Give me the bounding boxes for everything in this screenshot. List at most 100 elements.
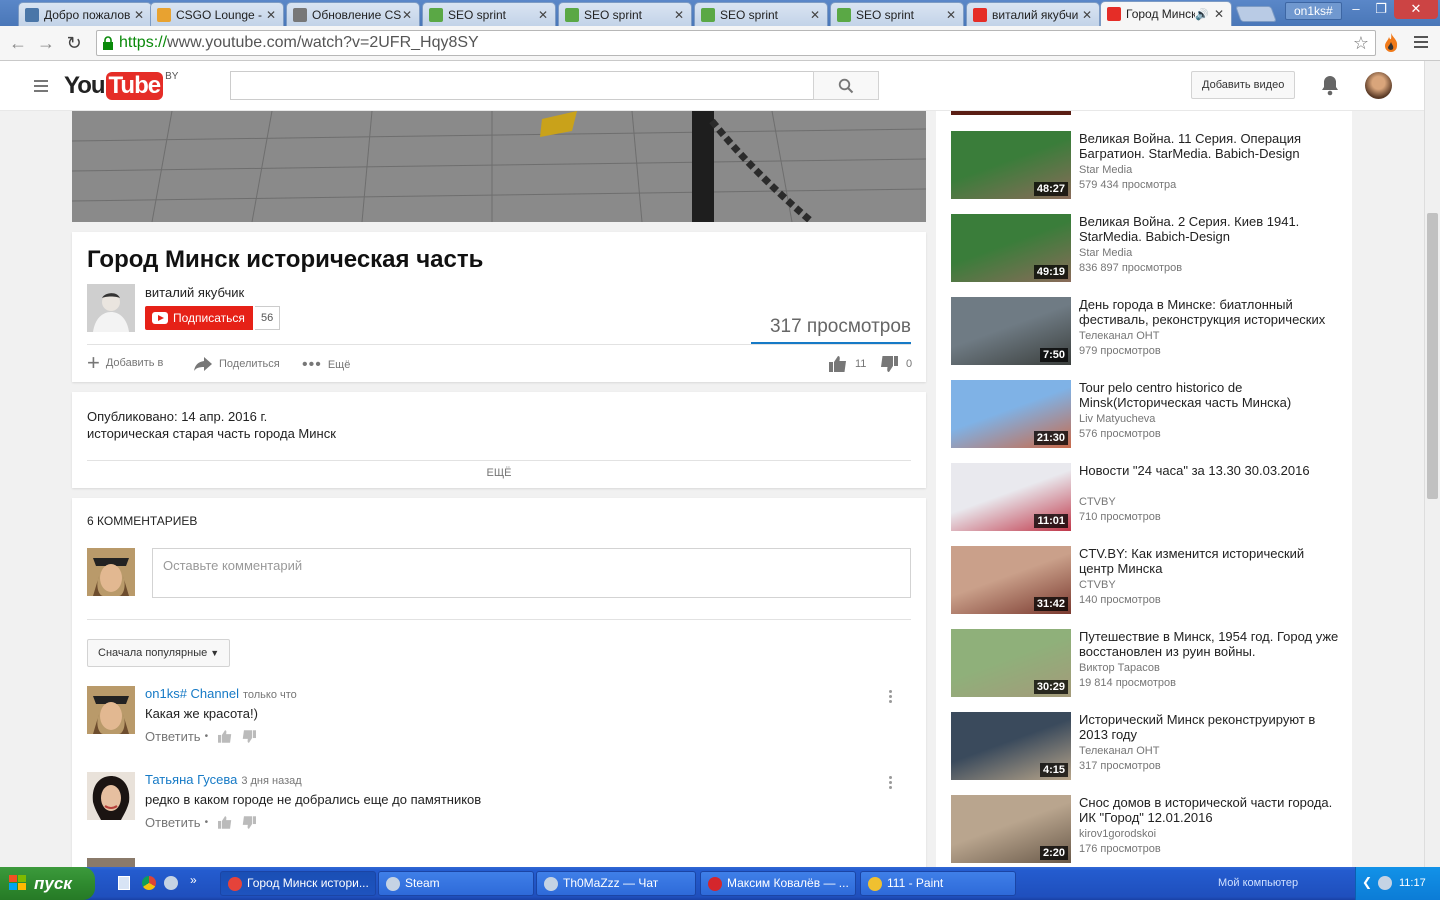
browser-tab[interactable]: виталий якубчи ✕ <box>966 2 1100 26</box>
reply-button[interactable]: Ответить <box>145 729 201 744</box>
chrome-menu-icon[interactable] <box>1414 36 1428 48</box>
tray-steam-icon[interactable] <box>1378 876 1392 890</box>
close-tab-icon[interactable]: ✕ <box>133 8 145 22</box>
related-thumbnail[interactable]: 49:19 <box>951 214 1071 282</box>
reload-icon[interactable]: ↻ <box>62 31 86 55</box>
related-thumbnail[interactable]: 4:15 <box>951 712 1071 780</box>
related-title[interactable]: День города в Минске: биатлонный фестива… <box>1079 297 1341 327</box>
taskbar-button[interactable]: Steam <box>378 871 534 896</box>
tray-my-computer[interactable]: Мой компьютер <box>1218 867 1298 900</box>
comment-author[interactable]: on1ks# Channel только что <box>145 686 297 701</box>
scrollbar-thumb[interactable] <box>1427 213 1438 499</box>
browser-tab[interactable]: SEO sprint ✕ <box>830 2 964 26</box>
tray-expand-icon[interactable]: ❮ <box>1362 875 1372 889</box>
channel-name[interactable]: виталий якубчик <box>145 285 244 300</box>
comment-menu-icon[interactable] <box>889 776 893 791</box>
related-thumbnail-partial[interactable] <box>951 111 1071 115</box>
comment-dislike-icon[interactable] <box>242 730 257 743</box>
comment-dislike-icon[interactable] <box>242 816 257 829</box>
close-tab-icon[interactable]: ✕ <box>401 8 413 22</box>
related-video-item[interactable]: 21:30 Tour pelo centro historico de Minsk… <box>951 380 1341 450</box>
related-thumbnail[interactable]: 30:29 <box>951 629 1071 697</box>
maximize-button[interactable]: ❐ <box>1368 0 1394 19</box>
dislike-button[interactable]: 0 <box>880 356 912 372</box>
bookmark-star-icon[interactable]: ☆ <box>1353 31 1369 55</box>
related-thumbnail[interactable]: 21:30 <box>951 380 1071 448</box>
related-video-item[interactable]: 30:29 Путешествие в Минск, 1954 год. Горо… <box>951 629 1341 699</box>
comment-input[interactable]: Оставьте комментарий <box>152 548 911 598</box>
related-thumbnail[interactable]: 2:20 <box>951 795 1071 863</box>
related-title[interactable]: Великая Война. 11 Серия. Операция Баграт… <box>1079 131 1341 161</box>
more-actions-button[interactable]: ••• Ещё <box>302 356 350 374</box>
comment-avatar[interactable] <box>87 686 135 734</box>
browser-tab[interactable]: SEO sprint ✕ <box>694 2 828 26</box>
browser-tab[interactable]: SEO sprint ✕ <box>558 2 692 26</box>
close-tab-icon[interactable]: ✕ <box>673 8 685 22</box>
taskbar-button[interactable]: Максим Ковалёв — ... <box>700 871 856 896</box>
comment-like-icon[interactable] <box>218 730 232 743</box>
youtube-logo[interactable]: You Tube BY <box>64 71 178 101</box>
browser-tab[interactable]: Город Минск 🔊 ✕ <box>1100 1 1232 26</box>
related-thumbnail[interactable]: 11:01 <box>951 463 1071 531</box>
related-video-item[interactable]: 2:20 Снос домов в исторической части горо… <box>951 795 1341 865</box>
comment-like-icon[interactable] <box>218 816 232 829</box>
related-title[interactable]: Путешествие в Минск, 1954 год. Город уже… <box>1079 629 1341 659</box>
close-tab-icon[interactable]: ✕ <box>1081 8 1093 22</box>
upload-video-button[interactable]: Добавить видео <box>1191 71 1296 99</box>
sort-comments-dropdown[interactable]: Сначала популярные ▼ <box>87 639 231 667</box>
related-thumbnail[interactable]: 31:42 <box>951 546 1071 614</box>
comment-menu-icon[interactable] <box>889 690 893 705</box>
related-title[interactable]: Новости "24 часа" за 13.30 30.03.2016 <box>1079 463 1341 478</box>
like-button[interactable]: 11 <box>829 356 866 372</box>
video-player[interactable] <box>72 111 926 222</box>
close-tab-icon[interactable]: ✕ <box>1213 7 1225 21</box>
related-thumbnail[interactable]: 48:27 <box>951 131 1071 199</box>
related-thumbnail[interactable]: 7:50 <box>951 297 1071 365</box>
related-title[interactable]: Исторический Минск реконструируют в 2013… <box>1079 712 1341 742</box>
close-tab-icon[interactable]: ✕ <box>265 8 277 22</box>
quicklaunch-expand-icon[interactable]: » <box>190 873 197 887</box>
related-video-item[interactable]: 11:01 Новости "24 часа" за 13.30 30.03.20… <box>951 463 1341 533</box>
comment-author[interactable]: Татьяна Гусева 3 дня назад <box>145 772 302 787</box>
browser-tab[interactable]: SEO sprint ✕ <box>422 2 556 26</box>
related-title[interactable]: Снос домов в исторической части города. … <box>1079 795 1341 825</box>
browser-tab[interactable]: CSGO Lounge - N ✕ <box>150 2 284 26</box>
guide-menu-icon[interactable] <box>34 80 48 95</box>
related-video-item[interactable]: 7:50 День города в Минске: биатлонный фес… <box>951 297 1341 367</box>
related-title[interactable]: Великая Война. 2 Серия. Киев 1941. StarM… <box>1079 214 1341 244</box>
comment-avatar-partial[interactable] <box>87 858 135 867</box>
extension-flame-icon[interactable] <box>1382 32 1400 54</box>
share-button[interactable]: Поделиться <box>193 356 280 372</box>
search-input[interactable] <box>230 71 814 100</box>
page-scrollbar[interactable] <box>1424 61 1440 867</box>
close-tab-icon[interactable]: ✕ <box>537 8 549 22</box>
related-video-item[interactable]: 49:19 Великая Война. 2 Серия. Киев 1941. … <box>951 214 1341 284</box>
taskbar-button[interactable]: 111 - Paint <box>860 871 1016 896</box>
close-tab-icon[interactable]: ✕ <box>809 8 821 22</box>
chrome-quicklaunch-icon[interactable] <box>142 876 156 890</box>
channel-avatar[interactable] <box>87 284 135 332</box>
related-title[interactable]: Tour pelo centro historico de Minsk(Исто… <box>1079 380 1341 410</box>
show-desktop-icon[interactable] <box>118 876 130 890</box>
steam-quicklaunch-icon[interactable] <box>164 876 178 890</box>
comment-avatar[interactable] <box>87 772 135 820</box>
search-button[interactable] <box>813 71 879 100</box>
address-bar[interactable]: https://www.youtube.com/watch?v=2UFR_Hqy… <box>96 30 1376 56</box>
related-video-item[interactable]: 31:42 CTV.BY: Как изменится исторический … <box>951 546 1341 616</box>
close-window-button[interactable]: ✕ <box>1394 0 1438 19</box>
browser-tab[interactable]: Добро пожалов ✕ <box>18 2 152 26</box>
related-video-item[interactable]: 48:27 Великая Война. 11 Серия. Операция Б… <box>951 131 1341 201</box>
taskbar-button[interactable]: Город Минск истори... <box>220 871 376 896</box>
taskbar-button[interactable]: Th0MaZzz — Чат <box>536 871 696 896</box>
notifications-bell-icon[interactable] <box>1320 74 1340 96</box>
back-icon[interactable]: ← <box>6 31 30 55</box>
start-button[interactable]: пуск <box>0 867 95 900</box>
reply-button[interactable]: Ответить <box>145 815 201 830</box>
minimize-button[interactable]: – <box>1343 0 1369 19</box>
profile-button[interactable]: on1ks# <box>1285 2 1342 20</box>
show-more-button[interactable]: ЕЩЁ <box>72 467 926 479</box>
forward-icon[interactable]: → <box>34 31 58 55</box>
close-tab-icon[interactable]: ✕ <box>945 8 957 22</box>
new-tab-button[interactable] <box>1235 6 1277 22</box>
related-title[interactable]: CTV.BY: Как изменится исторический центр… <box>1079 546 1341 576</box>
